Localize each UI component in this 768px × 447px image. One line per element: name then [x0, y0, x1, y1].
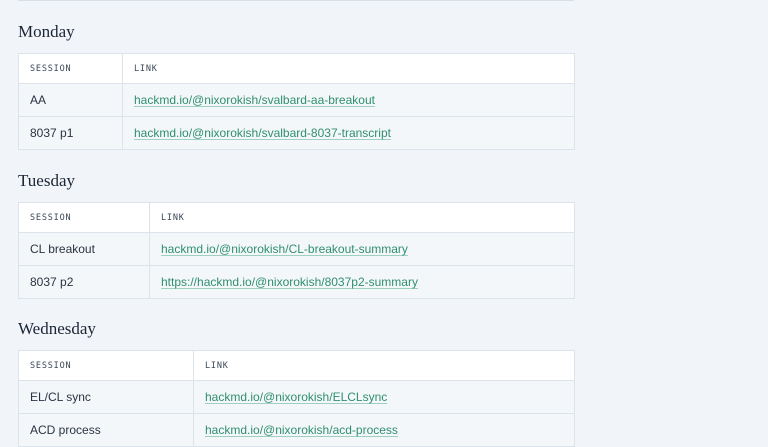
column-header-link: LINK: [149, 202, 575, 233]
section-divider: [18, 0, 574, 1]
table-header-row: SESSION LINK: [18, 350, 575, 381]
session-name: ACD process: [18, 413, 194, 447]
sessions-table-monday: SESSION LINK AA hackmd.io/@nixorokish/sv…: [18, 53, 575, 150]
session-link[interactable]: hackmd.io/@nixorokish/acd-process: [205, 423, 398, 437]
session-link[interactable]: hackmd.io/@nixorokish/CL-breakout-summar…: [161, 242, 408, 256]
table-header-row: SESSION LINK: [18, 202, 575, 233]
column-header-link: LINK: [193, 350, 575, 381]
table-row: EL/CL sync hackmd.io/@nixorokish/ELCLsyn…: [18, 380, 575, 414]
column-header-link: LINK: [122, 53, 575, 84]
table-row: 8037 p2 https://hackmd.io/@nixorokish/80…: [18, 265, 575, 299]
session-name: EL/CL sync: [18, 380, 194, 414]
column-header-session: SESSION: [18, 350, 194, 381]
session-name: CL breakout: [18, 232, 150, 266]
session-link[interactable]: hackmd.io/@nixorokish/svalbard-aa-breako…: [134, 93, 375, 107]
day-heading-monday: Monday: [18, 22, 75, 41]
day-heading-wednesday: Wednesday: [18, 319, 96, 338]
day-heading-tuesday: Tuesday: [18, 171, 75, 190]
table-row: AA hackmd.io/@nixorokish/svalbard-aa-bre…: [18, 83, 575, 117]
session-link[interactable]: hackmd.io/@nixorokish/svalbard-8037-tran…: [134, 126, 391, 140]
sessions-table-tuesday: SESSION LINK CL breakout hackmd.io/@nixo…: [18, 202, 575, 299]
table-header-row: SESSION LINK: [18, 53, 575, 84]
session-link[interactable]: https://hackmd.io/@nixorokish/8037p2-sum…: [161, 275, 418, 289]
table-row: ACD process hackmd.io/@nixorokish/acd-pr…: [18, 413, 575, 447]
sessions-table-wednesday: SESSION LINK EL/CL sync hackmd.io/@nixor…: [18, 350, 575, 447]
session-name: 8037 p2: [18, 265, 150, 299]
table-row: 8037 p1 hackmd.io/@nixorokish/svalbard-8…: [18, 116, 575, 150]
session-link[interactable]: hackmd.io/@nixorokish/ELCLsync: [205, 390, 387, 404]
column-header-session: SESSION: [18, 53, 123, 84]
session-name: 8037 p1: [18, 116, 123, 150]
column-header-session: SESSION: [18, 202, 150, 233]
table-row: CL breakout hackmd.io/@nixorokish/CL-bre…: [18, 232, 575, 266]
session-name: AA: [18, 83, 123, 117]
